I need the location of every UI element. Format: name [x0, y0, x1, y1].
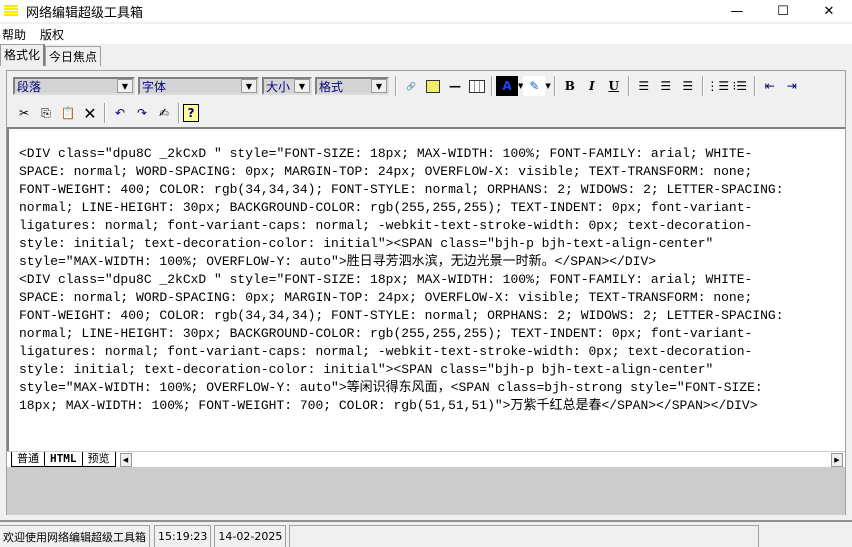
align-left-icon[interactable]: ☰ [633, 76, 655, 96]
outdent-icon[interactable]: ⇤ [759, 76, 781, 96]
size-select[interactable]: 大小 ▼ [262, 77, 312, 95]
separator [178, 103, 180, 123]
status-empty-pane [289, 525, 760, 547]
paste-icon[interactable]: 📋 [57, 103, 79, 123]
copy-icon[interactable]: ⎘ [35, 103, 57, 123]
code-line: ligatures: normal; font-variant-caps: no… [19, 344, 753, 359]
minimize-button[interactable]: — [714, 0, 760, 22]
font-color-icon[interactable]: A [496, 76, 518, 96]
code-line: <DIV class="dpu8C _2kCxD " style="FONT-S… [19, 146, 753, 161]
code-line: style: initial; text-decoration-color: i… [19, 362, 714, 377]
redo-icon[interactable]: ↷ [131, 103, 153, 123]
status-message: 欢迎使用网络编辑超级工具箱 [0, 525, 150, 547]
status-bar: 欢迎使用网络编辑超级工具箱 15:19:23 14-02-2025 [0, 520, 852, 547]
code-line: style: initial; text-decoration-color: i… [19, 236, 714, 251]
chevron-down-icon: ▼ [371, 79, 387, 93]
delete-icon[interactable]: ✕ [79, 103, 101, 123]
html-source[interactable]: <DIV class="dpu8C _2kCxD " style="FONT-S… [19, 145, 784, 415]
bold-button[interactable]: B [559, 76, 581, 96]
style-select-value: 格式 [319, 79, 344, 94]
tab-today-focus[interactable]: 今日焦点 [45, 46, 102, 66]
view-tabs: 普通 HTML 预览 ◀ ▶ [7, 451, 845, 467]
separator [104, 103, 106, 123]
html-editor[interactable]: <DIV class="dpu8C _2kCxD " style="FONT-S… [7, 127, 845, 451]
format-toolbar: 段落 ▼ 字体 ▼ 大小 ▼ 格式 ▼ 🔗 — A ▼ ✎ ▼ B I U ☰ ☰ ☰ ⋮☰… [13, 75, 803, 97]
dropdown-arrow-icon[interactable]: ▼ [545, 82, 550, 90]
align-center-icon[interactable]: ☰ [655, 76, 677, 96]
horizontal-rule-icon[interactable]: — [444, 76, 466, 96]
separator [491, 76, 493, 96]
cut-icon[interactable]: ✂ [13, 103, 35, 123]
tab-html[interactable]: HTML [44, 452, 83, 467]
indent-icon[interactable]: ⇥ [781, 76, 803, 96]
chevron-down-icon: ▼ [294, 79, 310, 93]
chevron-down-icon: ▼ [117, 79, 133, 93]
size-select-value: 大小 [266, 79, 291, 94]
insert-table-icon[interactable] [466, 76, 488, 96]
align-right-icon[interactable]: ☰ [677, 76, 699, 96]
close-button[interactable]: ✕ [806, 0, 852, 22]
menu-help[interactable]: 帮助 [2, 26, 26, 43]
code-line: SPACE: normal; WORD-SPACING: 0px; MARGIN… [19, 164, 753, 179]
web-link-icon[interactable]: 🔗 [400, 76, 422, 96]
italic-button[interactable]: I [581, 76, 603, 96]
undo-icon[interactable]: ↶ [109, 103, 131, 123]
edit-icon[interactable]: ✍ [153, 103, 175, 123]
chevron-down-icon: ▼ [241, 79, 257, 93]
separator [553, 76, 556, 96]
main-tabs: 格式化 今日焦点 [0, 44, 102, 66]
code-line: normal; LINE-HEIGHT: 30px; BACKGROUND-CO… [19, 326, 753, 341]
status-date: 14-02-2025 [214, 525, 287, 547]
scroll-left-button[interactable]: ◀ [119, 452, 132, 467]
help-icon[interactable]: ? [183, 104, 199, 122]
paragraph-select-value: 段落 [17, 79, 42, 94]
empty-panel [7, 467, 845, 515]
app-icon [4, 5, 18, 17]
code-line: SPACE: normal; WORD-SPACING: 0px; MARGIN… [19, 290, 753, 305]
edit-toolbar: ✂ ⎘ 📋 ✕ ↶ ↷ ✍ ? [13, 101, 199, 125]
code-line: style="MAX-WIDTH: 100%; OVERFLOW-Y: auto… [19, 380, 763, 395]
code-line: ligatures: normal; font-variant-caps: no… [19, 218, 753, 233]
maximize-button[interactable]: ☐ [760, 0, 806, 22]
editor-frame: 段落 ▼ 字体 ▼ 大小 ▼ 格式 ▼ 🔗 — A ▼ ✎ ▼ B I U ☰ ☰ ☰ ⋮☰… [6, 70, 846, 515]
code-line: style="MAX-WIDTH: 100%; OVERFLOW-Y: auto… [19, 254, 657, 269]
style-select[interactable]: 格式 ▼ [315, 77, 389, 95]
code-line: normal; LINE-HEIGHT: 30px; BACKGROUND-CO… [19, 200, 753, 215]
code-line: 18px; MAX-WIDTH: 100%; FONT-WEIGHT: 700;… [19, 398, 758, 413]
title-bar: 网络编辑超级工具箱 — ☐ ✕ [0, 0, 852, 22]
highlight-icon[interactable]: ✎ [523, 76, 546, 96]
separator [395, 76, 397, 96]
code-line: FONT-WEIGHT: 400; COLOR: rgb(34,34,34); … [19, 308, 784, 323]
tab-preview[interactable]: 预览 [81, 452, 116, 467]
font-select[interactable]: 字体 ▼ [138, 77, 259, 95]
separator [627, 76, 630, 96]
font-select-value: 字体 [142, 79, 167, 94]
window-title: 网络编辑超级工具箱 [26, 5, 144, 21]
menu-bar: 帮助 版权 [0, 24, 852, 44]
code-line: FONT-WEIGHT: 400; COLOR: rgb(34,34,34); … [19, 182, 784, 197]
tab-normal[interactable]: 普通 [11, 452, 45, 467]
insert-image-icon[interactable] [422, 76, 444, 96]
underline-button[interactable]: U [603, 76, 625, 96]
separator [701, 76, 704, 96]
status-time: 15:19:23 [154, 525, 212, 547]
menu-copyright[interactable]: 版权 [40, 26, 64, 43]
paragraph-select[interactable]: 段落 ▼ [13, 77, 135, 95]
ordered-list-icon[interactable]: ⋮☰ [706, 76, 729, 96]
code-line: <DIV class="dpu8C _2kCxD " style="FONT-S… [19, 272, 753, 287]
separator [753, 76, 756, 96]
scroll-right-button[interactable]: ▶ [831, 452, 843, 467]
unordered-list-icon[interactable]: ⁝☰ [729, 76, 751, 96]
tab-format[interactable]: 格式化 [0, 44, 46, 66]
